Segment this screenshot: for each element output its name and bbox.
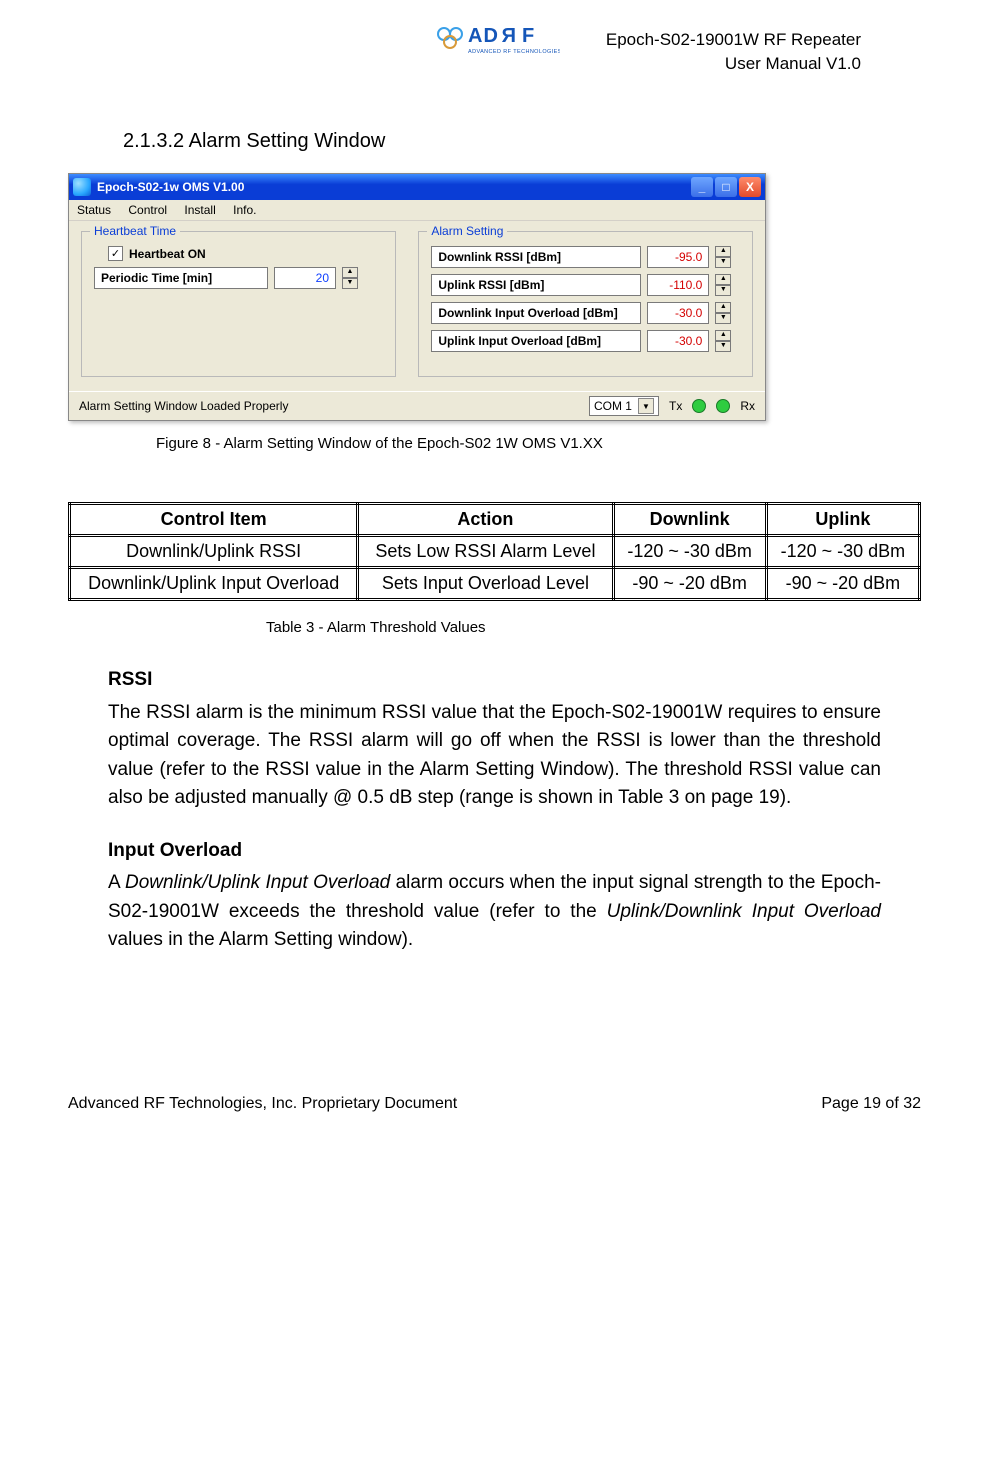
alarm-setting-legend: Alarm Setting: [427, 224, 507, 238]
tx-led-icon: [692, 399, 706, 413]
rssi-heading: RSSI: [108, 666, 881, 695]
input-overload-paragraph: A Downlink/Uplink Input Overload alarm o…: [108, 869, 881, 955]
io-em1: Downlink/Uplink Input Overload: [125, 872, 390, 893]
table-caption: Table 3 - Alarm Threshold Values: [266, 619, 921, 636]
cell-action: Sets Input Overload Level: [358, 568, 613, 600]
uplink-rssi-spinner[interactable]: ▲▼: [715, 274, 731, 296]
alarm-setting-fieldset: Alarm Setting Downlink RSSI [dBm] -95.0 …: [418, 231, 753, 377]
footer-left: Advanced RF Technologies, Inc. Proprieta…: [68, 1095, 457, 1113]
menu-install[interactable]: Install: [184, 203, 215, 217]
section-title: Alarm Setting Window: [189, 130, 386, 152]
header-line1: Epoch-S02-19001W RF Repeater: [606, 28, 861, 52]
logo: AD R F ADVANCED RF TECHNOLOGIES: [430, 20, 560, 60]
svg-text:R: R: [501, 25, 516, 47]
header-right: Epoch-S02-19001W RF Repeater User Manual…: [606, 28, 861, 76]
chevron-up-icon[interactable]: ▲: [715, 330, 731, 341]
minimize-button[interactable]: _: [691, 177, 713, 197]
header-line2: User Manual V1.0: [606, 52, 861, 76]
heartbeat-checkbox-label: Heartbeat ON: [129, 247, 206, 261]
cell-item: Downlink/Uplink Input Overload: [70, 568, 358, 600]
cell-downlink: -120 ~ -30 dBm: [613, 536, 766, 568]
rx-led-icon: [716, 399, 730, 413]
logo-subtitle: ADVANCED RF TECHNOLOGIES: [468, 49, 560, 55]
th-downlink: Downlink: [613, 504, 766, 536]
chevron-down-icon[interactable]: ▼: [715, 285, 731, 296]
chevron-up-icon[interactable]: ▲: [715, 274, 731, 285]
menu-status[interactable]: Status: [77, 203, 111, 217]
th-uplink: Uplink: [766, 504, 919, 536]
com-port-select[interactable]: COM 1 ▼: [589, 396, 659, 416]
periodic-time-label: Periodic Time [min]: [94, 267, 268, 289]
maximize-button[interactable]: □: [715, 177, 737, 197]
input-overload-heading: Input Overload: [108, 837, 881, 866]
downlink-rssi-spinner[interactable]: ▲▼: [715, 246, 731, 268]
heartbeat-legend: Heartbeat Time: [90, 224, 180, 238]
threshold-table: Control Item Action Downlink Uplink Down…: [68, 502, 921, 601]
window-title: Epoch-S02-1w OMS V1.00: [97, 180, 244, 194]
menu-info[interactable]: Info.: [233, 203, 256, 217]
cell-item: Downlink/Uplink RSSI: [70, 536, 358, 568]
table-header-row: Control Item Action Downlink Uplink: [70, 504, 920, 536]
uplink-rssi-value[interactable]: -110.0: [647, 274, 709, 296]
uplink-overload-label: Uplink Input Overload [dBm]: [431, 330, 641, 352]
uplink-overload-value[interactable]: -30.0: [647, 330, 709, 352]
chevron-down-icon[interactable]: ▼: [715, 341, 731, 352]
svg-text:F: F: [522, 25, 534, 47]
chevron-down-icon[interactable]: ▼: [342, 278, 358, 289]
th-action: Action: [358, 504, 613, 536]
app-window: Epoch-S02-1w OMS V1.00 _ □ X Status Cont…: [68, 173, 766, 421]
chevron-up-icon[interactable]: ▲: [715, 302, 731, 313]
downlink-overload-label: Downlink Input Overload [dBm]: [431, 302, 641, 324]
menubar: Status Control Install Info.: [69, 200, 765, 221]
cell-action: Sets Low RSSI Alarm Level: [358, 536, 613, 568]
cell-downlink: -90 ~ -20 dBm: [613, 568, 766, 600]
footer-right: Page 19 of 32: [821, 1095, 921, 1113]
chevron-down-icon[interactable]: ▼: [715, 257, 731, 268]
footer: Advanced RF Technologies, Inc. Proprieta…: [68, 1095, 921, 1113]
heartbeat-checkbox[interactable]: ✓: [108, 246, 123, 261]
rssi-paragraph: The RSSI alarm is the minimum RSSI value…: [108, 699, 881, 813]
tx-label: Tx: [669, 399, 682, 413]
io-em2: Uplink/Downlink Input Overload: [607, 901, 881, 922]
cell-uplink: -120 ~ -30 dBm: [766, 536, 919, 568]
close-button[interactable]: X: [739, 177, 761, 197]
status-text: Alarm Setting Window Loaded Properly: [79, 399, 288, 413]
uplink-rssi-label: Uplink RSSI [dBm]: [431, 274, 641, 296]
uplink-overload-spinner[interactable]: ▲▼: [715, 330, 731, 352]
chevron-up-icon[interactable]: ▲: [342, 267, 358, 278]
downlink-overload-value[interactable]: -30.0: [647, 302, 709, 324]
table-row: Downlink/Uplink RSSI Sets Low RSSI Alarm…: [70, 536, 920, 568]
chevron-down-icon[interactable]: ▼: [638, 398, 654, 414]
th-control-item: Control Item: [70, 504, 358, 536]
rx-label: Rx: [740, 399, 755, 413]
downlink-overload-spinner[interactable]: ▲▼: [715, 302, 731, 324]
table-row: Downlink/Uplink Input Overload Sets Inpu…: [70, 568, 920, 600]
periodic-time-spinner[interactable]: ▲▼: [342, 267, 358, 289]
chevron-up-icon[interactable]: ▲: [715, 246, 731, 257]
section-heading: 2.1.3.2 Alarm Setting Window: [123, 130, 921, 153]
titlebar: Epoch-S02-1w OMS V1.00 _ □ X: [69, 174, 765, 200]
heartbeat-fieldset: Heartbeat Time ✓ Heartbeat ON Periodic T…: [81, 231, 396, 377]
figure-caption: Figure 8 - Alarm Setting Window of the E…: [156, 435, 921, 452]
chevron-down-icon[interactable]: ▼: [715, 313, 731, 324]
periodic-time-value[interactable]: 20: [274, 267, 336, 289]
app-icon: [73, 178, 91, 196]
downlink-rssi-value[interactable]: -95.0: [647, 246, 709, 268]
menu-control[interactable]: Control: [128, 203, 167, 217]
downlink-rssi-label: Downlink RSSI [dBm]: [431, 246, 641, 268]
body-text: RSSI The RSSI alarm is the minimum RSSI …: [108, 666, 881, 955]
svg-text:AD: AD: [468, 25, 499, 47]
com-port-value: COM 1: [594, 399, 632, 413]
statusbar: Alarm Setting Window Loaded Properly COM…: [69, 391, 765, 420]
cell-uplink: -90 ~ -20 dBm: [766, 568, 919, 600]
section-number: 2.1.3.2: [123, 130, 184, 152]
